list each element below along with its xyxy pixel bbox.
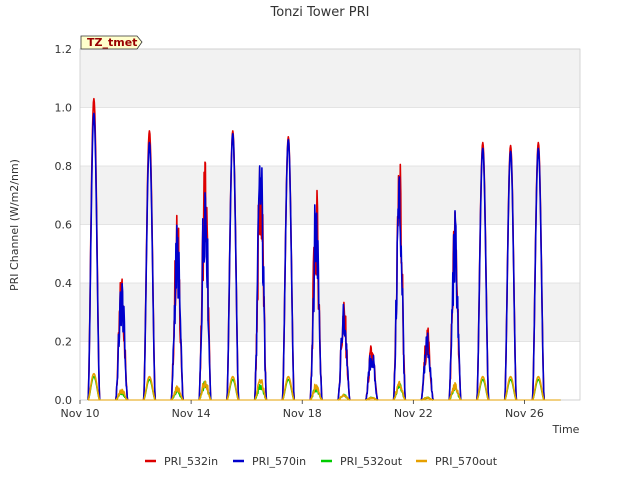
y-tick-label: 0.6	[55, 219, 73, 232]
y-tick-label: 0.2	[55, 336, 73, 349]
legend-label: PRI_570in	[252, 455, 306, 468]
legend-label: PRI_532out	[340, 455, 403, 468]
legend-label: PRI_570out	[435, 455, 498, 468]
x-tick-label: Nov 26	[505, 407, 544, 420]
y-tick-label: 1.2	[55, 43, 73, 56]
site-tag-label: TZ_tmet	[87, 36, 137, 49]
y-tick-label: 0.8	[55, 160, 73, 173]
y-tick-label: 1.0	[55, 102, 73, 115]
background-band	[80, 166, 580, 225]
x-tick-label: Nov 14	[172, 407, 211, 420]
x-axis-label: Time	[552, 423, 580, 436]
background-band	[80, 107, 580, 166]
chart-title: Tonzi Tower PRI	[270, 5, 370, 20]
y-tick-labels: 0.0 0.2 0.4 0.6 0.8 1.0 1.2	[55, 43, 73, 407]
x-tick-label: Nov 22	[394, 407, 433, 420]
background-band	[80, 49, 580, 108]
background-band	[80, 283, 580, 342]
background-band	[80, 224, 580, 283]
x-tick-labels: Nov 10 Nov 14 Nov 18 Nov 22 Nov 26	[61, 400, 544, 420]
y-axis-label: PRI Channel (W/m2/nm)	[8, 159, 21, 291]
legend-label: PRI_532in	[164, 455, 218, 468]
pri-chart: 0.0 0.2 0.4 0.6 0.8 1.0 1.2 Nov 10 Nov 14 Nov 18…	[8, 5, 581, 468]
y-tick-label: 0.4	[55, 277, 73, 290]
x-tick-label: Nov 18	[283, 407, 322, 420]
y-tick-label: 0.0	[55, 394, 73, 407]
legend: PRI_532in PRI_570in PRI_532out PRI_570out	[145, 455, 498, 468]
site-tag-badge: TZ_tmet	[80, 35, 143, 50]
x-tick-label: Nov 10	[61, 407, 100, 420]
